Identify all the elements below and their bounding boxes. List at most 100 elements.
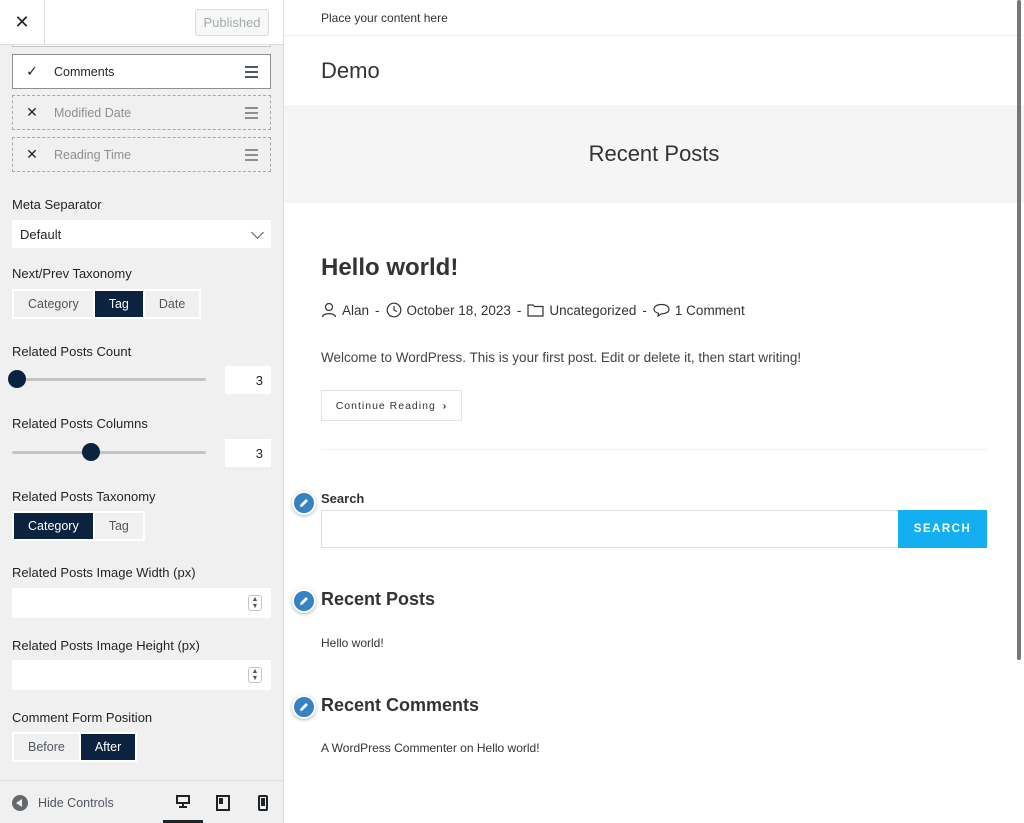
post-excerpt: Welcome to WordPress. This is your first… bbox=[321, 350, 802, 365]
edit-shortcut-recent-posts[interactable] bbox=[292, 589, 316, 613]
next-prev-taxonomy-label: Next/Prev Taxonomy bbox=[12, 266, 132, 281]
post-title[interactable]: Hello world! bbox=[321, 254, 458, 282]
post-author[interactable]: Alan bbox=[342, 303, 369, 318]
related-posts-taxonomy-label: Related Posts Taxonomy bbox=[12, 489, 156, 504]
check-icon[interactable]: ✓ bbox=[13, 63, 51, 80]
hide-controls-label: Hide Controls bbox=[38, 796, 114, 810]
recent-comment-item: A WordPress Commenter on Hello world! bbox=[321, 741, 540, 755]
related-posts-count-input[interactable]: 3 bbox=[225, 366, 271, 394]
meta-separator-label: Meta Separator bbox=[12, 197, 102, 212]
continue-reading-button[interactable]: Continue Reading › bbox=[321, 390, 462, 421]
site-title[interactable]: Demo bbox=[321, 58, 380, 84]
drag-handle-icon[interactable] bbox=[232, 148, 270, 161]
close-icon[interactable]: ✕ bbox=[13, 146, 51, 163]
meta-separator: - bbox=[516, 302, 522, 318]
page-header-title: Recent Posts bbox=[588, 141, 720, 166]
desktop-icon bbox=[176, 794, 190, 808]
tablet-preview-button[interactable] bbox=[203, 781, 243, 823]
meta-separator-select[interactable]: Default bbox=[12, 220, 271, 248]
close-icon[interactable]: ✕ bbox=[13, 104, 51, 121]
hide-controls-button[interactable]: Hide Controls bbox=[12, 795, 114, 811]
next-prev-option-date[interactable]: Date bbox=[144, 291, 200, 317]
meta-item-comments[interactable]: ✓ Comments bbox=[12, 54, 271, 89]
clock-icon bbox=[386, 302, 402, 318]
edit-shortcut-recent-comments[interactable] bbox=[292, 695, 316, 719]
sidebar-header: ✕ Published bbox=[0, 0, 283, 45]
related-posts-count-slider[interactable] bbox=[8, 370, 206, 388]
post-date: October 18, 2023 bbox=[406, 302, 511, 318]
post-category[interactable]: Uncategorized bbox=[549, 303, 636, 318]
search-button[interactable]: SEARCH bbox=[898, 510, 987, 548]
site-preview: Place your content here Demo Recent Post… bbox=[284, 0, 1024, 823]
search-widget-title: Search bbox=[321, 491, 365, 506]
next-prev-taxonomy-group: Category Tag Date bbox=[12, 289, 202, 319]
next-prev-option-category[interactable]: Category bbox=[14, 291, 93, 317]
comment-position-option-before[interactable]: Before bbox=[14, 734, 79, 760]
related-posts-columns-slider[interactable] bbox=[12, 443, 206, 461]
post-meta: Alan - October 18, 2023 - Uncategorized … bbox=[321, 302, 745, 318]
meta-item-label: Reading Time bbox=[54, 147, 132, 162]
recent-posts-widget-title: Recent Posts bbox=[321, 589, 436, 609]
pencil-icon bbox=[300, 703, 308, 711]
sidebar-footer: Hide Controls bbox=[0, 780, 283, 823]
user-icon bbox=[321, 302, 337, 318]
continue-reading-label: Continue Reading bbox=[335, 399, 436, 412]
tablet-icon bbox=[216, 794, 230, 811]
chevron-right-icon: › bbox=[442, 399, 448, 412]
comment-form-position-label: Comment Form Position bbox=[12, 710, 153, 725]
close-icon: ✕ bbox=[14, 12, 30, 32]
image-width-label: Related Posts Image Width (px) bbox=[12, 565, 196, 580]
slider-thumb[interactable] bbox=[8, 370, 26, 388]
top-bar: Place your content here bbox=[284, 0, 1024, 36]
image-height-label: Related Posts Image Height (px) bbox=[12, 638, 200, 653]
chevron-down-icon bbox=[251, 226, 264, 239]
spinner-icon[interactable]: ▲ ▼ bbox=[248, 595, 262, 611]
related-taxonomy-option-category[interactable]: Category bbox=[14, 513, 93, 539]
drag-handle-icon[interactable] bbox=[232, 65, 270, 78]
sidebar-controls: ✓ Comments ✕ Modified Date ✕ Reading Tim… bbox=[0, 45, 283, 780]
recent-post-link[interactable]: Hello world! bbox=[321, 636, 384, 650]
pencil-icon bbox=[300, 499, 308, 507]
top-bar-text: Place your content here bbox=[321, 11, 448, 25]
meta-separator-value: Default bbox=[20, 226, 62, 242]
divider bbox=[321, 449, 987, 450]
mobile-preview-button[interactable] bbox=[243, 781, 283, 823]
comment-author-link[interactable]: A WordPress Commenter bbox=[321, 741, 457, 755]
related-posts-columns-label: Related Posts Columns bbox=[12, 416, 148, 431]
post-comments-link[interactable]: 1 Comment bbox=[675, 303, 745, 318]
edit-shortcut-search[interactable] bbox=[292, 491, 316, 515]
spinner-icon[interactable]: ▲ ▼ bbox=[248, 667, 262, 683]
desktop-preview-button[interactable] bbox=[163, 781, 203, 823]
search-input[interactable] bbox=[321, 510, 899, 548]
preview-scrollbar[interactable] bbox=[1017, 0, 1021, 660]
page-header: Recent Posts bbox=[284, 105, 1024, 203]
meta-item-label: Modified Date bbox=[54, 105, 132, 120]
mobile-icon bbox=[258, 794, 268, 811]
comment-position-option-after[interactable]: After bbox=[80, 734, 136, 760]
comment-connector: on bbox=[460, 741, 474, 755]
related-posts-taxonomy-group: Category Tag bbox=[12, 511, 145, 541]
related-taxonomy-option-tag[interactable]: Tag bbox=[94, 513, 143, 539]
meta-separator: - bbox=[642, 302, 647, 318]
published-button[interactable]: Published bbox=[195, 9, 269, 36]
image-height-input[interactable]: ▲ ▼ bbox=[12, 660, 271, 690]
image-width-input[interactable]: ▲ ▼ bbox=[12, 588, 271, 618]
close-customizer-button[interactable]: ✕ bbox=[0, 0, 45, 45]
customizer-sidebar: ✕ Published ✓ Comments ✕ Modified Date ✕… bbox=[0, 0, 284, 823]
related-posts-count-label: Related Posts Count bbox=[12, 344, 132, 359]
next-prev-option-tag[interactable]: Tag bbox=[94, 291, 143, 317]
recent-comments-widget-title: Recent Comments bbox=[321, 695, 480, 715]
meta-item-modified-date[interactable]: ✕ Modified Date bbox=[12, 95, 271, 130]
related-posts-columns-input[interactable]: 3 bbox=[225, 439, 271, 467]
folder-icon bbox=[527, 303, 544, 317]
drag-handle-icon[interactable] bbox=[232, 106, 270, 119]
meta-separator: - bbox=[375, 302, 380, 318]
meta-item-reading-time[interactable]: ✕ Reading Time bbox=[12, 137, 271, 172]
slider-thumb[interactable] bbox=[81, 443, 100, 461]
pencil-icon bbox=[300, 597, 308, 605]
meta-item-label: Comments bbox=[54, 64, 115, 79]
comment-form-position-group: Before After bbox=[12, 732, 138, 762]
comment-post-link[interactable]: Hello world! bbox=[477, 741, 540, 755]
meta-item-partial bbox=[12, 45, 271, 47]
comment-icon bbox=[653, 303, 670, 317]
